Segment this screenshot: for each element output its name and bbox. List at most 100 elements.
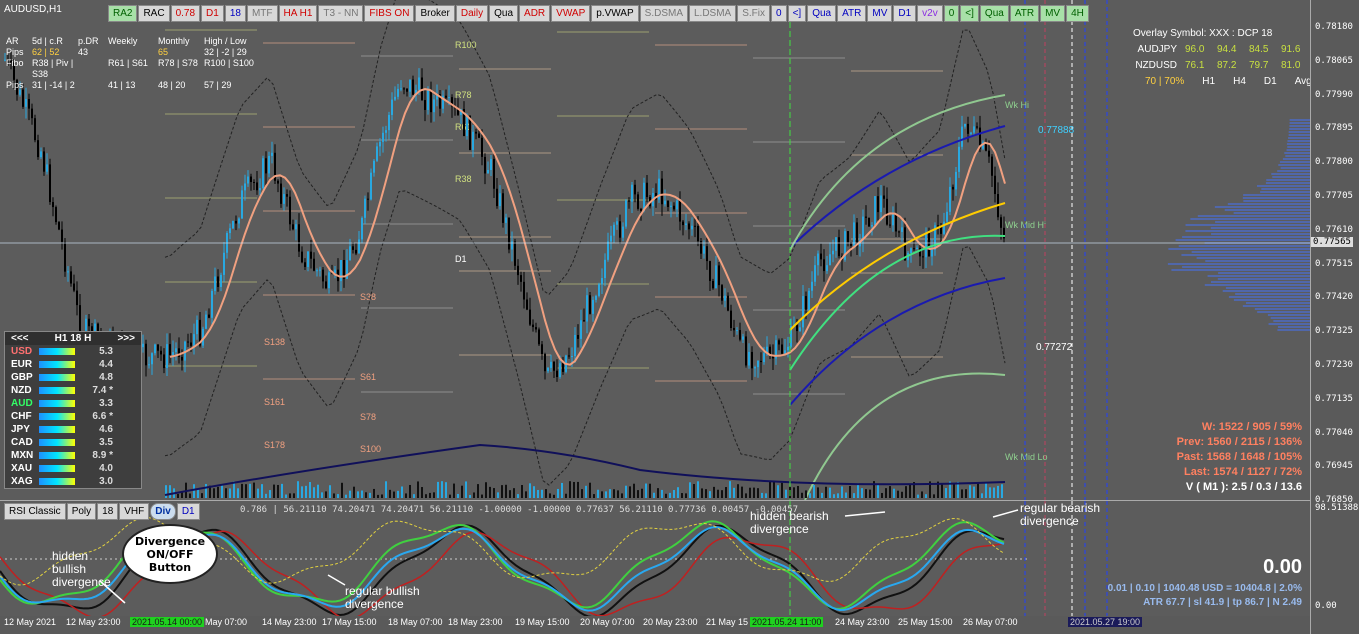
candle-body <box>220 274 222 287</box>
toolbar-button-fibs-on-8[interactable]: FIBS ON <box>364 5 415 22</box>
stats-cell: High / Low <box>204 36 247 46</box>
stats-cell: R78 | S78 <box>158 58 198 68</box>
price-axis[interactable]: 0.78180 0.78065 0.77990 0.77895 0.77800 0.777… <box>1310 0 1359 634</box>
toolbar-button-ha-h1-6[interactable]: HA H1 <box>278 5 318 22</box>
volume-bar <box>805 490 807 498</box>
candle-body <box>448 97 450 99</box>
toolbar-button---26[interactable]: <] <box>960 5 979 22</box>
toolbar-button-atr-28[interactable]: ATR <box>1009 5 1040 22</box>
toolbar-button---19[interactable]: <] <box>787 5 807 22</box>
toolbar-button-v2v-24[interactable]: v2v <box>917 5 943 22</box>
position-calc-panel: 0.00 0.01 | 0.10 | 1040.48 USD = 10404.8… <box>1040 556 1302 608</box>
toolbar-button-d1-3[interactable]: D1 <box>201 5 224 22</box>
osc-button-rsi-classic[interactable]: RSI Classic <box>4 503 66 520</box>
candle-body <box>757 360 759 368</box>
toolbar-button-vwap-13[interactable]: VWAP <box>551 5 591 22</box>
volume-bar <box>849 486 851 498</box>
stats-cell: 65 <box>158 47 169 57</box>
toolbar-button-daily-10[interactable]: Daily <box>455 5 489 22</box>
currency-code: GBP <box>11 372 33 383</box>
volume-bar <box>921 491 923 498</box>
candle-body <box>364 198 366 218</box>
toolbar-button-s-dsma-15[interactable]: S.DSMA <box>639 5 688 22</box>
toolbar-button-qua-27[interactable]: Qua <box>979 5 1009 22</box>
candle-body <box>88 318 90 327</box>
stats-cell: Fibo <box>6 58 24 68</box>
strength-value: 7.4 * <box>92 385 113 396</box>
osc-button-vhf[interactable]: VHF <box>119 503 150 520</box>
osc-button-d1[interactable]: D1 <box>176 503 200 520</box>
volume-bar <box>193 484 195 498</box>
toolbar-button-0-18[interactable]: 0 <box>771 5 787 22</box>
candle-body <box>682 221 684 226</box>
candle-body <box>598 284 600 296</box>
toolbar-button-mv-22[interactable]: MV <box>867 5 893 22</box>
osc-button-poly[interactable]: Poly <box>66 503 97 520</box>
toolbar-button-p-vwap-14[interactable]: p.VWAP <box>591 5 639 22</box>
time-label: 2021.05.27 19:00 <box>1068 617 1143 627</box>
toolbar-button-qua-20[interactable]: Qua <box>807 5 837 22</box>
toolbar-button-s-fix-17[interactable]: S.Fix <box>737 5 771 22</box>
toolbar-button-qua-11[interactable]: Qua <box>489 5 519 22</box>
level-label: S61 <box>360 372 376 382</box>
volume-bar <box>993 487 995 498</box>
candle-body <box>925 233 927 258</box>
volume-bar <box>925 494 927 498</box>
toolbar-button-d1-23[interactable]: D1 <box>893 5 917 22</box>
volume-bar <box>221 485 223 498</box>
time-axis[interactable]: 12 May 2021 12 May 23:00 2021.05.14 00:00 M… <box>0 616 1310 634</box>
hidden-bullish-label: hidden bullish divergence <box>52 549 111 589</box>
candle-body <box>52 202 54 208</box>
volume-bar <box>453 483 455 498</box>
candle-body <box>922 256 924 258</box>
toolbar-button-rac-1[interactable]: RAC <box>138 5 170 22</box>
outer-green-band-lower <box>804 372 1006 500</box>
overlay-value: 79.7 <box>1249 60 1269 71</box>
candle-body <box>247 176 249 184</box>
overlay-row: NZDUSD 76.1 87.2 79.7 81.0 <box>1133 58 1312 74</box>
candle-body <box>505 217 507 223</box>
toolbar-button-atr-21[interactable]: ATR <box>837 5 867 22</box>
candle-body <box>616 221 618 225</box>
stats-cell: R100 | S100 <box>204 58 254 68</box>
candle-body <box>529 309 531 325</box>
candle-body <box>319 269 321 271</box>
candle-body <box>295 224 297 230</box>
candle-body <box>478 133 480 138</box>
candle-body <box>229 228 231 234</box>
toolbar-button-mv-29[interactable]: MV <box>1040 5 1066 22</box>
toolbar-button-broker-9[interactable]: Broker <box>415 5 455 22</box>
osc-button-18[interactable]: 18 <box>97 503 119 520</box>
candle-body <box>805 296 807 310</box>
volume-bar <box>273 484 275 498</box>
strength-prev-button[interactable]: <<< <box>11 333 29 344</box>
time-label: 21 May 15 <box>706 617 749 627</box>
candle-body <box>196 319 198 335</box>
candle-body <box>577 334 579 339</box>
toolbar-button-t3-nn-7[interactable]: T3 - NN <box>318 5 364 22</box>
toolbar-button-mtf-5[interactable]: MTF <box>246 5 278 22</box>
toolbar-button-4h-30[interactable]: 4H <box>1066 5 1089 22</box>
toolbar-button-adr-12[interactable]: ADR <box>519 5 551 22</box>
volume-bar <box>325 491 327 498</box>
toolbar-button-l-dsma-16[interactable]: L.DSMA <box>689 5 737 22</box>
stats-cell: 62 | 52 <box>32 47 60 57</box>
osc-button-div[interactable]: Div <box>150 503 176 520</box>
toolbar-button-0-78-2[interactable]: 0.78 <box>170 5 201 22</box>
volume-bar <box>249 483 251 498</box>
candle-body <box>610 235 612 242</box>
candle-body <box>394 96 396 100</box>
strength-next-button[interactable]: >>> <box>117 333 135 344</box>
toolbar-button-ra2-0[interactable]: RA2 <box>108 5 138 22</box>
volume-bar <box>393 491 395 498</box>
strength-value: 5.3 <box>99 346 113 357</box>
stats-row: AR 5d | c.R p.DR Weekly Monthly High / Low <box>6 36 264 47</box>
toolbar-button-18-4[interactable]: 18 <box>224 5 246 22</box>
strength-value: 3.5 <box>99 437 113 448</box>
strength-bar <box>39 452 75 459</box>
toolbar-button-0-25[interactable]: 0 <box>943 5 960 22</box>
candle-body <box>175 348 177 353</box>
candle-body <box>193 334 195 346</box>
overlay-footer-cell: H4 <box>1233 76 1246 87</box>
volume-bar <box>417 481 419 498</box>
